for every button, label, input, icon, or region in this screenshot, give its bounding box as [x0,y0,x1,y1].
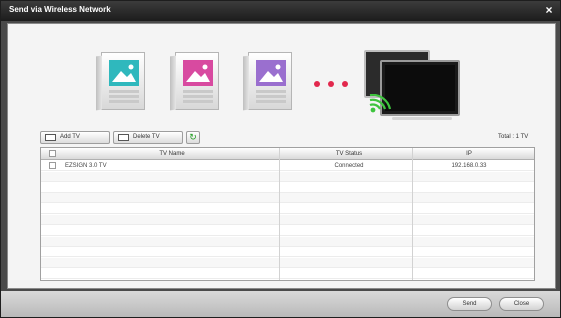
frame-lines [256,90,286,104]
button-bar: Send Close [1,291,560,317]
column-divider [412,148,413,280]
tv-status-cell: Connected [334,163,364,169]
add-tv-label: Add TV [60,134,80,140]
picture-frame-pink [170,52,219,111]
frame-side [96,55,102,111]
delete-tv-label: Delete TV [133,134,160,140]
picture-frame-teal [96,52,145,111]
tv-table: TV Name TV Status IP EZSIGN 3.0 TV Connec… [40,147,535,281]
table-row [41,247,534,258]
dialog-window: Send via Wireless Network × Add TV Delet… [0,0,561,318]
send-button[interactable]: Send [447,297,492,311]
frame-side [243,55,249,111]
transfer-dot [342,81,348,87]
tv-ip-cell: 192.168.0.33 [451,163,487,169]
frame-side [170,55,176,111]
tv-name-cell: EZSIGN 3.0 TV [65,163,107,169]
table-row [41,215,534,225]
column-header-status[interactable]: TV Status [324,151,374,157]
table-row [41,226,534,236]
tv-stand [392,117,452,120]
select-all-checkbox[interactable] [49,150,56,157]
window-title: Send via Wireless Network [9,5,111,14]
table-row [41,171,534,182]
transfer-dot [328,81,334,87]
column-header-ip[interactable]: IP [444,151,494,157]
close-button[interactable]: Close [499,297,544,311]
delete-tv-icon [118,134,129,141]
row-checkbox[interactable] [49,162,56,169]
add-tv-icon [45,134,56,141]
total-count: Total : 1 TV [498,134,529,140]
table-row[interactable]: EZSIGN 3.0 TV Connected 192.168.0.33 [41,161,534,171]
close-icon[interactable]: × [542,2,556,18]
column-header-name[interactable]: TV Name [147,151,197,157]
illustration [8,24,557,122]
table-row [41,258,534,269]
table-row [41,193,534,204]
table-row [41,236,534,247]
table-row [41,183,534,193]
refresh-icon[interactable]: ↻ [186,131,200,144]
content-panel: Add TV Delete TV ↻ Total : 1 TV TV Name … [7,23,556,289]
picture-icon [183,60,213,86]
frame-lines [183,90,213,104]
frame-lines [109,90,139,104]
table-row [41,204,534,215]
column-divider [279,148,280,280]
wifi-icon [369,94,392,113]
add-tv-button[interactable]: Add TV [40,131,110,144]
tv-icon [380,60,460,116]
title-bar: Send via Wireless Network × [1,1,560,21]
delete-tv-button[interactable]: Delete TV [113,131,183,144]
picture-icon [256,60,286,86]
table-header: TV Name TV Status IP [41,148,534,160]
picture-icon [109,60,139,86]
picture-frame-purple [243,52,292,111]
transfer-dot [314,81,320,87]
table-row [41,269,534,279]
